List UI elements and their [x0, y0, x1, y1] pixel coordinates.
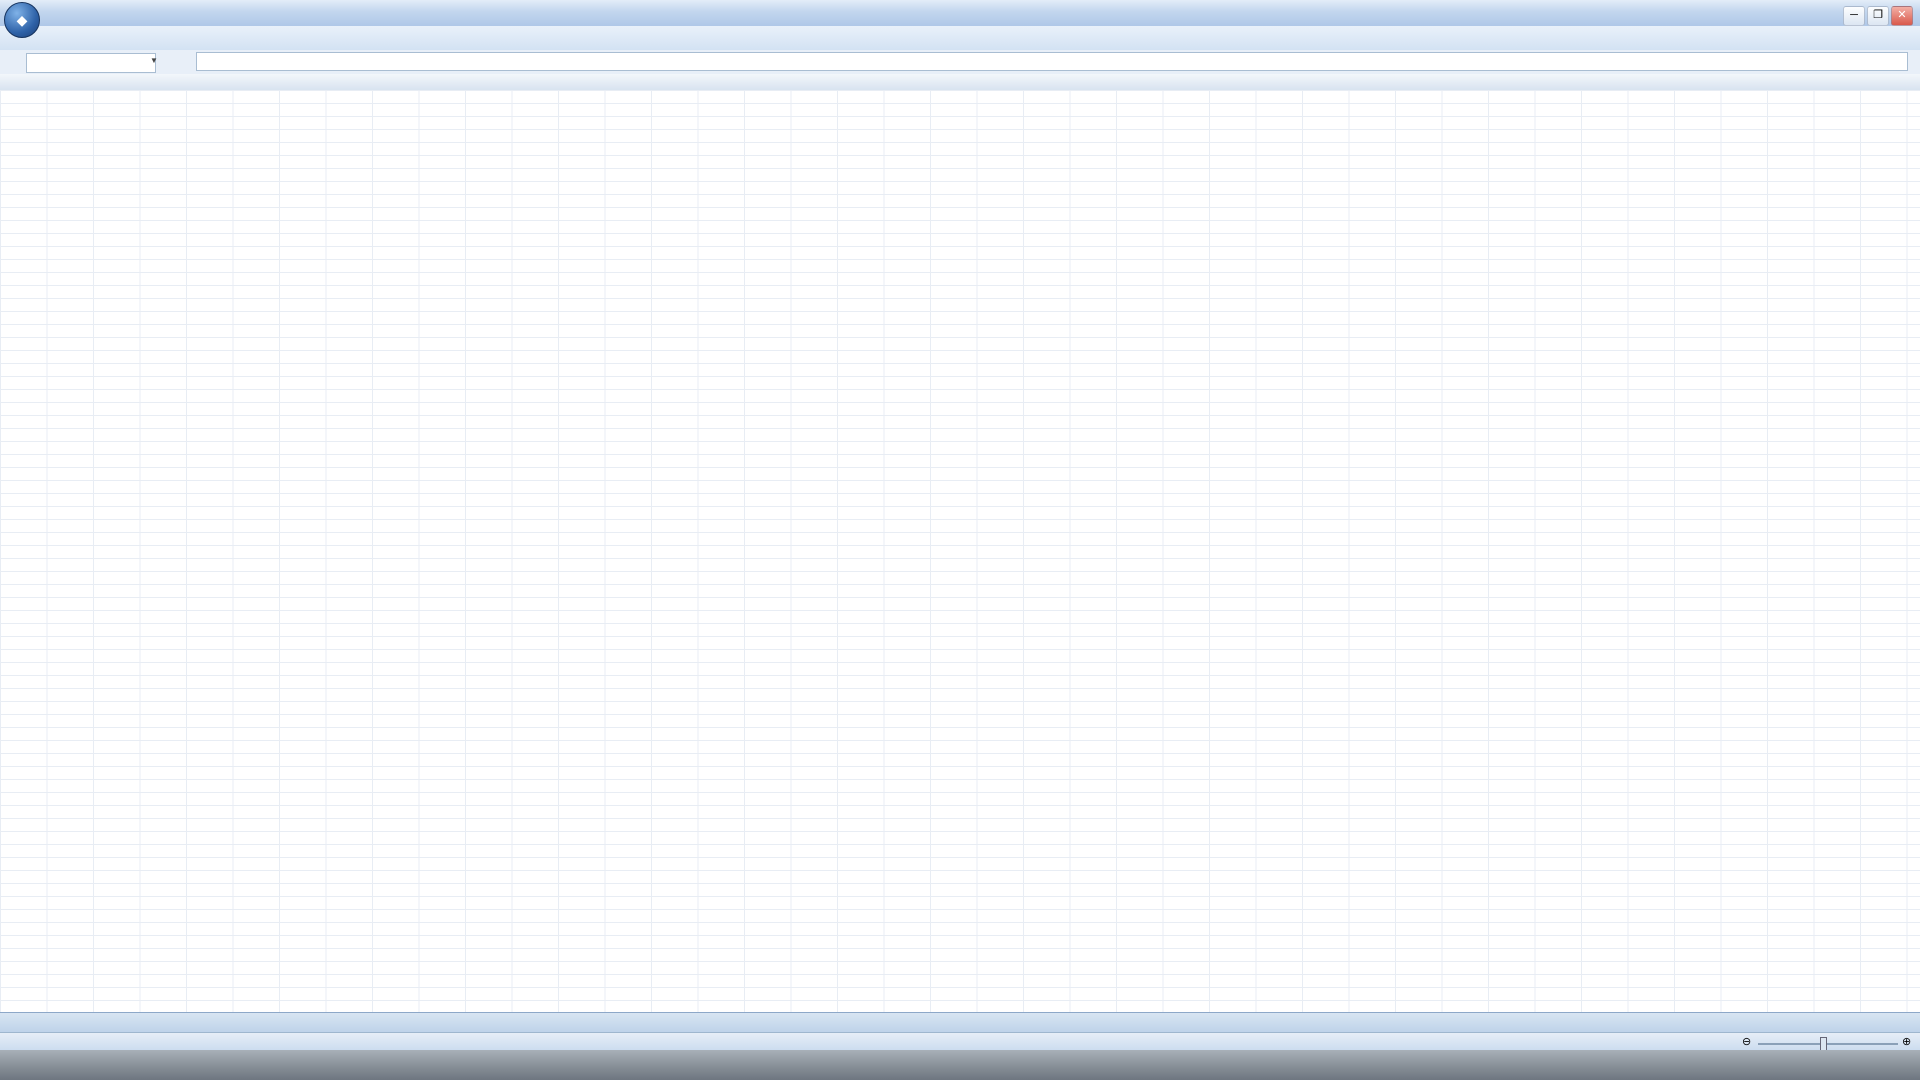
formula-bar: ▼ [0, 50, 1920, 75]
ribbon-tabs [0, 26, 1920, 51]
zoom-slider-thumb[interactable] [1820, 1037, 1827, 1051]
zoom-slider[interactable] [1758, 1043, 1898, 1045]
close-button[interactable]: ✕ [1891, 6, 1913, 26]
name-box-arrow[interactable]: ▼ [150, 56, 158, 65]
excel-window: ◆ ─❐✕ ▼ ⊖ ⊕ [0, 0, 1920, 1080]
taskbar [0, 1050, 1920, 1080]
sheet-tab-bar [0, 1012, 1920, 1033]
restore-button[interactable]: ❐ [1867, 6, 1889, 26]
title-bar: ◆ ─❐✕ [0, 0, 1920, 27]
grid [0, 90, 1920, 1012]
zoom-in-button[interactable]: ⊕ [1902, 1035, 1911, 1048]
minimize-button[interactable]: ─ [1843, 6, 1865, 26]
name-box[interactable] [26, 53, 156, 73]
status-bar: ⊖ ⊕ [0, 1032, 1920, 1051]
office-button[interactable]: ◆ [4, 2, 40, 38]
formula-input[interactable] [196, 52, 1908, 71]
zoom-out-button[interactable]: ⊖ [1742, 1035, 1751, 1048]
column-headers [0, 74, 1920, 91]
